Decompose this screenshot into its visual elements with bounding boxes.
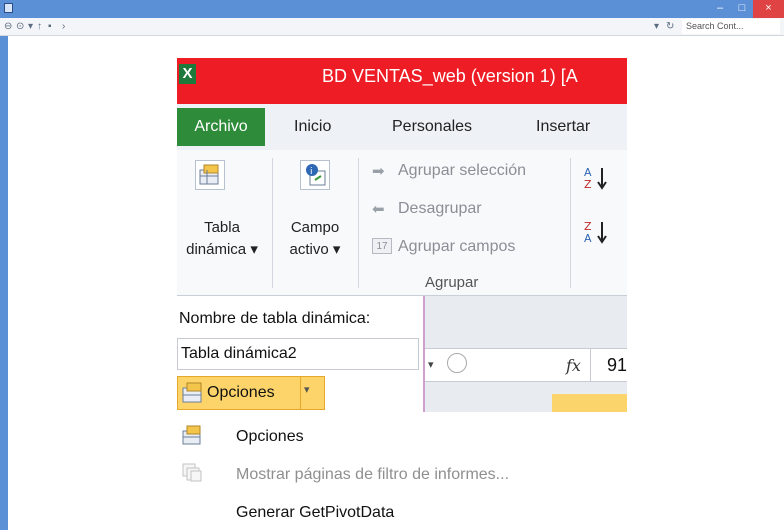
menu-item-generar-getpivotdata[interactable]: Generar GetPivotData: [236, 504, 394, 522]
ribbon-separator: [272, 158, 273, 288]
agrupar-campos-button[interactable]: Agrupar campos: [398, 238, 515, 256]
chevron-right-icon[interactable]: ›: [62, 19, 65, 35]
group-field-icon: 17: [372, 238, 392, 254]
back-icon[interactable]: ⊖: [4, 19, 12, 35]
tabla-dinamica-label-line2: dinámica ▾: [186, 241, 258, 258]
svg-text:A: A: [584, 232, 592, 245]
arrow-left-icon: ⬅: [372, 201, 385, 218]
arrow-right-icon: ➡: [372, 163, 385, 180]
excel-logo-icon: X: [179, 64, 196, 84]
computer-icon: ▪: [48, 21, 52, 32]
maximize-button[interactable]: □: [731, 0, 753, 18]
document-title: BD VENTAS_web (version 1) [A: [322, 66, 578, 86]
split-divider: [300, 377, 301, 409]
ribbon-separator: [570, 158, 571, 288]
tab-archivo[interactable]: Archivo: [177, 108, 265, 146]
up-arrow-icon[interactable]: ↑: [37, 19, 42, 35]
namebox-dropdown-icon[interactable]: ▾: [428, 358, 434, 371]
svg-text:i: i: [310, 167, 313, 177]
refresh-icon[interactable]: ↻: [666, 19, 674, 35]
formula-value[interactable]: 91: [607, 355, 627, 376]
sort-descending-icon[interactable]: ZA: [584, 218, 612, 248]
address-dropdown-icon[interactable]: ▾: [654, 19, 659, 35]
pivot-name-label: Nombre de tabla dinámica:: [179, 310, 371, 327]
search-input[interactable]: Search Cont...: [682, 19, 780, 34]
minimize-button[interactable]: –: [709, 0, 731, 18]
pivot-name-input[interactable]: Tabla dinámica2: [177, 338, 419, 370]
cancel-circle-icon[interactable]: [447, 353, 467, 373]
app-icon: [4, 3, 13, 13]
tabla-dinamica-label-line1: Tabla: [204, 219, 240, 236]
ribbon-separator: [358, 158, 359, 288]
tab-personales[interactable]: Personales: [392, 108, 472, 146]
history-dropdown-icon[interactable]: ▾: [28, 19, 33, 35]
agrupar-seleccion-button[interactable]: Agrupar selección: [398, 162, 526, 180]
menu-item-mostrar-paginas: Mostrar páginas de filtro de informes...: [236, 466, 510, 483]
close-button[interactable]: ×: [753, 0, 784, 18]
forward-icon[interactable]: ⊙: [16, 19, 24, 35]
window-left-border: [0, 36, 8, 530]
window-titlebar: [0, 0, 784, 18]
active-field-icon: i: [300, 160, 330, 190]
agrupar-group-label: Agrupar: [425, 274, 479, 291]
pivot-options-icon: [180, 380, 206, 406]
chevron-down-icon[interactable]: ▾: [304, 383, 310, 396]
formula-bar-separator: [590, 348, 591, 382]
pivot-table-icon: [195, 160, 225, 190]
campo-activo-label-line2: activo ▾: [289, 241, 341, 258]
campo-activo-label-line1: Campo: [290, 219, 340, 236]
opciones-button-label[interactable]: Opciones: [207, 384, 275, 402]
tab-insertar[interactable]: Insertar: [536, 108, 590, 146]
report-filter-pages-icon: [181, 462, 205, 484]
sort-ascending-icon[interactable]: AZ: [584, 164, 612, 194]
column-header-selected[interactable]: [552, 394, 627, 412]
menu-item-opciones[interactable]: Opciones: [236, 428, 304, 446]
desagrupar-button[interactable]: Desagrupar: [398, 200, 482, 218]
pivot-options-icon: [181, 424, 205, 446]
svg-text:Z: Z: [584, 178, 592, 191]
insert-function-icon[interactable]: fx: [566, 356, 581, 375]
tab-inicio[interactable]: Inicio: [294, 108, 331, 146]
